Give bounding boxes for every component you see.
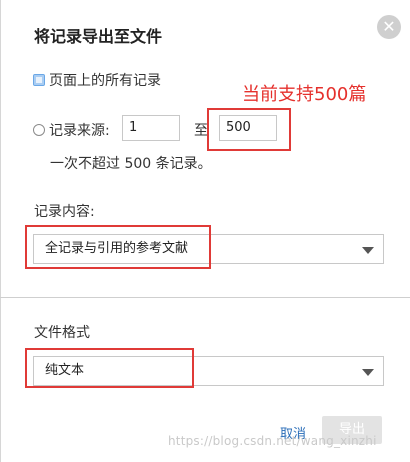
file-format-selected: 纯文本 (45, 363, 85, 378)
radio-record-source[interactable]: 记录来源: (33, 120, 110, 140)
range-to-input[interactable]: 500 (219, 115, 277, 141)
record-content-select[interactable]: 全记录与引用的参考文献 (33, 234, 384, 264)
radio-all-records[interactable]: 页面上的所有记录 (33, 70, 161, 90)
radio-all-records-control[interactable] (33, 74, 45, 86)
chevron-down-icon (362, 247, 374, 254)
radio-record-source-label: 记录来源: (49, 123, 110, 139)
chevron-down-icon (362, 369, 374, 376)
file-format-label: 文件格式 (34, 325, 90, 341)
section-divider (0, 297, 410, 298)
radio-record-source-control[interactable] (33, 124, 45, 136)
dialog-left-border (0, 0, 1, 462)
range-limit-note: 一次不超过 500 条记录。 (50, 156, 212, 172)
watermark: https://blog.csdn.net/wang_xinzhi (168, 434, 377, 448)
dialog-title: 将记录导出至文件 (34, 27, 163, 46)
file-format-select[interactable]: 纯文本 (33, 356, 384, 386)
range-to-label: 至 (194, 123, 208, 139)
record-content-selected: 全记录与引用的参考文献 (45, 241, 189, 256)
annotation-text: 当前支持500篇 (242, 84, 367, 105)
export-dialog: 将记录导出至文件 ✕ 当前支持500篇 页面上的所有记录 记录来源: 1 至 5… (0, 0, 410, 462)
range-from-input[interactable]: 1 (122, 115, 180, 141)
record-content-label: 记录内容: (34, 204, 95, 220)
close-icon[interactable]: ✕ (377, 15, 401, 39)
radio-all-records-label: 页面上的所有记录 (49, 73, 161, 89)
